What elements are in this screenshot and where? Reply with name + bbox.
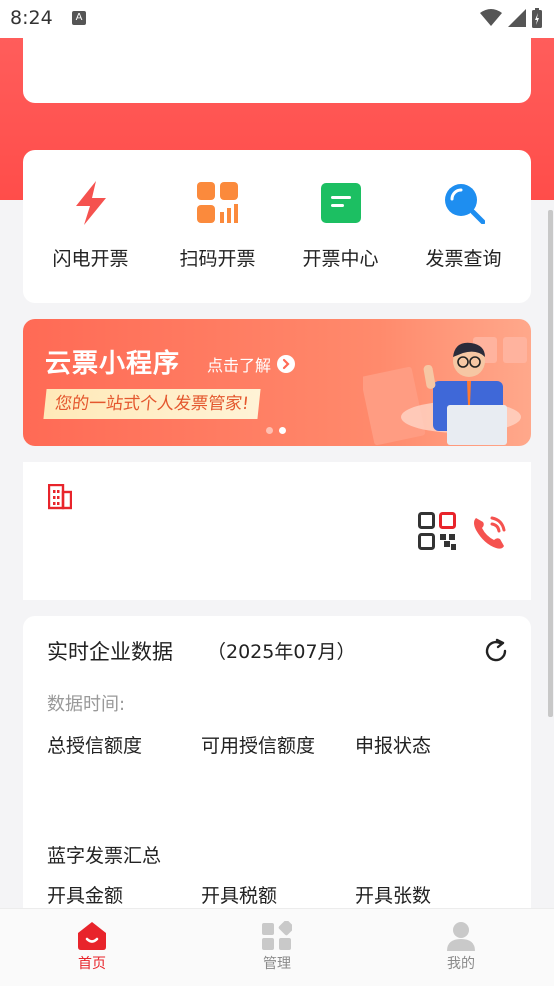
promo-banner[interactable]: 云票小程序 点击了解 您的一站式个人发票管家!: [23, 319, 531, 446]
account-card[interactable]: [23, 36, 531, 103]
quick-action-label: 扫码开票: [179, 248, 256, 270]
data-month: （2025年07月）: [207, 641, 356, 663]
company-card: [23, 462, 531, 600]
search-icon: [441, 180, 487, 226]
declaration-status-label: 申报状态: [355, 735, 432, 757]
quick-action-label: 开票中心: [302, 248, 379, 270]
quick-action-label: 发票查询: [425, 248, 502, 270]
battery-icon: [532, 8, 542, 28]
nav-home[interactable]: 首页: [42, 921, 142, 973]
available-credit-label: 可用授信额度: [201, 735, 316, 757]
quick-action-invoice-center[interactable]: 开票中心: [277, 180, 404, 271]
phone-icon[interactable]: [470, 512, 510, 552]
nav-profile[interactable]: 我的: [411, 921, 511, 973]
quick-action-invoice-query[interactable]: 发票查询: [400, 180, 527, 271]
banner-learn-more-link[interactable]: 点击了解: [207, 352, 296, 376]
issued-amount-label: 开具金额: [47, 885, 124, 907]
invoice-center-icon: [318, 180, 364, 226]
scan-code-icon: [195, 180, 241, 226]
issued-tax-label: 开具税额: [201, 885, 278, 907]
quick-action-scan-invoice[interactable]: 扫码开票: [154, 180, 281, 271]
quick-action-label: 闪电开票: [52, 248, 129, 270]
blue-invoice-summary-title: 蓝字发票汇总: [47, 845, 162, 867]
refresh-icon[interactable]: [483, 638, 509, 664]
banner-link-label: 点击了解: [207, 356, 272, 375]
profile-icon: [447, 922, 475, 951]
arrow-right-circle-icon: [277, 355, 296, 373]
status-icons: [480, 8, 542, 28]
issued-count-label: 开具张数: [355, 885, 432, 907]
section-title: 实时企业数据: [47, 640, 173, 664]
data-time-label: 数据时间:: [47, 694, 126, 715]
quick-action-lightning-invoice[interactable]: 闪电开票: [27, 180, 154, 271]
home-icon: [78, 922, 106, 950]
building-icon: [48, 484, 72, 510]
quick-actions-card: 闪电开票 扫码开票 开票中心 发票查询: [23, 150, 531, 303]
nav-manage[interactable]: 管理: [227, 921, 327, 973]
wifi-icon: [480, 9, 502, 26]
nav-label: 我的: [447, 956, 475, 972]
bottom-navigation: 首页 管理 我的: [0, 908, 554, 986]
banner-pagination: [266, 427, 286, 434]
signal-icon: [508, 9, 526, 27]
status-time: 8:24: [10, 7, 53, 29]
enterprise-data-card: 实时企业数据 （2025年07月） 数据时间: 总授信额度 可用授信额度 申报状…: [23, 616, 531, 936]
status-bar: 8:24 A: [0, 0, 554, 38]
nav-label: 管理: [263, 956, 291, 972]
notification-icon: A: [72, 11, 86, 25]
scrollbar[interactable]: [548, 210, 553, 717]
banner-title: 云票小程序: [45, 349, 181, 379]
qr-code-icon[interactable]: [418, 512, 456, 550]
banner-dot[interactable]: [266, 427, 273, 434]
banner-illustration: [363, 337, 527, 446]
manage-icon: [262, 921, 292, 950]
banner-dot-active[interactable]: [279, 427, 286, 434]
nav-label: 首页: [78, 956, 106, 972]
total-credit-label: 总授信额度: [47, 735, 143, 757]
banner-tagline: 您的一站式个人发票管家!: [43, 389, 261, 419]
lightning-icon: [68, 180, 114, 226]
